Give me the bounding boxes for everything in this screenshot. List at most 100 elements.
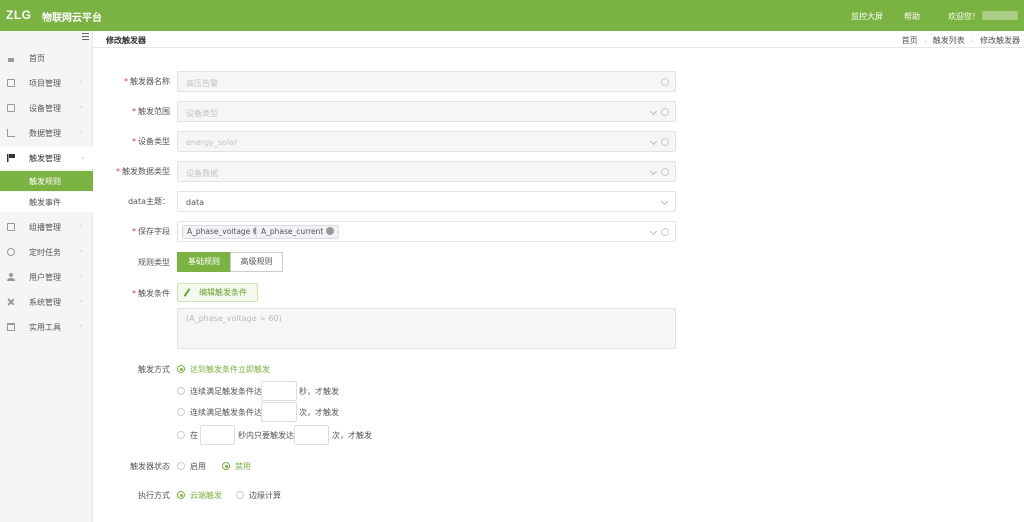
sidebar-item-label: 触发管理 xyxy=(29,154,61,163)
check-circle-icon xyxy=(661,228,669,236)
rule-type-advanced-button[interactable]: 高级规则 xyxy=(230,252,283,272)
home-icon xyxy=(7,54,15,62)
edit-icon xyxy=(183,288,191,297)
field-tag[interactable]: A_phase_current xyxy=(256,225,340,239)
sidebar-item-home[interactable]: 首页 xyxy=(0,47,93,69)
trigger-scope-label: * 触发范围 xyxy=(132,107,170,116)
window-count-input[interactable] xyxy=(294,425,329,445)
chevron-right-icon: › xyxy=(80,297,83,305)
chevron-right-icon: › xyxy=(80,128,83,136)
seconds-input[interactable] xyxy=(261,381,297,401)
seconds-suffix: 秒，才触发 xyxy=(299,387,339,396)
sidebar: 首页 项目管理 › 设备管理 › 数据管理 › 触发管理 ⌄ 触发规则 触发事件… xyxy=(0,31,93,522)
sidebar-subitem-trigger-rules[interactable]: 触发规则 xyxy=(0,171,93,191)
sidebar-item-label: 设备管理 xyxy=(29,104,61,113)
sidebar-item-label: 数据管理 xyxy=(29,129,61,138)
exec-mode-label: 执行方式 xyxy=(138,491,170,500)
trigger-name-input[interactable]: 高压告警 xyxy=(177,71,676,92)
data-topic-value: data xyxy=(186,198,205,207)
status-enable-label[interactable]: 启用 xyxy=(190,461,206,472)
trigger-mode-seconds-label[interactable]: 连续满足触发条件达 xyxy=(190,386,262,397)
top-bar: ZLG 物联网云平台 监控大屏 帮助 欢迎您！ xyxy=(0,0,1024,31)
check-circle-icon xyxy=(661,78,669,86)
sidebar-item-users[interactable]: 用户管理 › xyxy=(0,266,93,288)
breadcrumb-trigger-list[interactable]: 触发列表 xyxy=(933,36,965,45)
save-fields-label: * 保存字段 xyxy=(132,227,170,236)
sidebar-subitem-trigger-events[interactable]: 触发事件 xyxy=(0,192,93,212)
trigger-data-type-select[interactable]: 设备数据 xyxy=(177,161,676,182)
window-seconds-input[interactable] xyxy=(200,425,235,445)
exec-mode-cloud-label[interactable]: 云端触发 xyxy=(190,490,222,501)
trigger-name-label: * 触发器名称 xyxy=(124,77,170,86)
trigger-mode-immediate-radio[interactable] xyxy=(177,365,185,373)
sidebar-item-multicast[interactable]: 组播管理 › xyxy=(0,216,93,238)
sidebar-item-label: 用户管理 xyxy=(29,273,61,282)
user-name[interactable] xyxy=(982,11,1018,20)
trigger-data-type-value: 设备数据 xyxy=(186,169,218,178)
edit-condition-button[interactable]: 编辑触发条件 xyxy=(177,283,258,302)
data-topic-label: data主题： xyxy=(127,197,170,206)
monitor-screen-link[interactable]: 监控大屏 xyxy=(851,11,883,22)
chevron-down-icon: ⌄ xyxy=(80,153,86,161)
chevron-down-icon xyxy=(649,227,658,236)
status-enable-radio[interactable] xyxy=(177,462,185,470)
exec-mode-cloud-radio[interactable] xyxy=(177,491,185,499)
collapse-sidebar-icon[interactable] xyxy=(82,33,90,41)
sidebar-item-scheduled-tasks[interactable]: 定时任务 › xyxy=(0,241,93,263)
page-header: 修改触发器 首页 › 触发列表 › 修改触发器 xyxy=(93,31,1024,48)
trigger-mode-count-label[interactable]: 连续满足触发条件达 xyxy=(190,407,262,418)
app-title: 物联网云平台 xyxy=(42,13,102,24)
brand-logo[interactable]: ZLG xyxy=(6,8,32,22)
device-icon xyxy=(7,104,15,112)
trigger-mode-seconds-radio[interactable] xyxy=(177,387,185,395)
exec-mode-edge-label[interactable]: 边缘计算 xyxy=(249,490,281,501)
chevron-right-icon: › xyxy=(80,103,83,111)
trigger-name-value: 高压告警 xyxy=(186,79,218,88)
chevron-right-icon: › xyxy=(80,222,83,230)
condition-expression-value: (A_phase_voltage > 60) xyxy=(186,314,282,323)
trigger-mode-label: 触发方式 xyxy=(138,365,170,374)
welcome-text: 欢迎您！ xyxy=(948,12,980,21)
status-disable-label[interactable]: 禁用 xyxy=(235,461,251,472)
trigger-mode-window-radio[interactable] xyxy=(177,431,185,439)
breadcrumb-home[interactable]: 首页 xyxy=(902,36,918,45)
condition-expression-textarea[interactable]: (A_phase_voltage > 60) xyxy=(177,308,676,349)
chevron-right-icon: › xyxy=(80,322,83,330)
device-type-label: * 设备类型 xyxy=(132,137,170,146)
device-type-value: energy_solar xyxy=(186,138,238,147)
device-type-select[interactable]: energy_solar xyxy=(177,131,676,152)
rule-type-label: 规则类型 xyxy=(138,258,170,267)
help-link[interactable]: 帮助 xyxy=(904,11,920,22)
sidebar-item-label: 项目管理 xyxy=(29,79,61,88)
check-circle-icon xyxy=(661,168,669,176)
field-tag[interactable]: A_phase_voltage xyxy=(182,225,267,239)
exec-mode-edge-radio[interactable] xyxy=(236,491,244,499)
count-suffix: 次，才触发 xyxy=(299,408,339,417)
layers-icon xyxy=(7,223,15,231)
sidebar-item-label: 定时任务 xyxy=(29,248,61,257)
sidebar-item-tools[interactable]: 实用工具 › xyxy=(0,316,93,338)
sidebar-item-system[interactable]: 系统管理 › xyxy=(0,291,93,313)
trigger-mode-immediate-label[interactable]: 达到触发条件立即触发 xyxy=(190,364,270,375)
sidebar-item-label: 触发事件 xyxy=(29,198,61,207)
sidebar-item-data[interactable]: 数据管理 › xyxy=(0,122,93,144)
remove-tag-icon[interactable] xyxy=(326,227,335,235)
status-disable-radio[interactable] xyxy=(222,462,230,470)
sidebar-item-trigger[interactable]: 触发管理 ⌄ xyxy=(0,147,93,169)
data-topic-select[interactable]: data xyxy=(177,191,676,212)
rule-type-basic-button[interactable]: 基础规则 xyxy=(177,252,231,272)
user-icon xyxy=(7,273,15,281)
sidebar-item-label: 首页 xyxy=(29,54,45,63)
chevron-down-icon xyxy=(649,107,658,116)
count-input[interactable] xyxy=(261,402,297,422)
sidebar-item-device[interactable]: 设备管理 › xyxy=(0,97,93,119)
toolbox-icon xyxy=(7,323,15,331)
save-fields-multiselect[interactable]: A_phase_voltage A_phase_current xyxy=(177,221,676,242)
trigger-scope-select[interactable]: 设备类型 xyxy=(177,101,676,122)
trigger-data-type-label: * 触发数据类型 xyxy=(116,167,170,176)
trigger-mode-count-radio[interactable] xyxy=(177,408,185,416)
trigger-mode-window-label[interactable]: 在 xyxy=(190,430,198,441)
window-mid-text: 秒内只要触发达 xyxy=(238,431,294,440)
sidebar-item-project[interactable]: 项目管理 › xyxy=(0,72,93,94)
sidebar-item-label: 系统管理 xyxy=(29,298,61,307)
